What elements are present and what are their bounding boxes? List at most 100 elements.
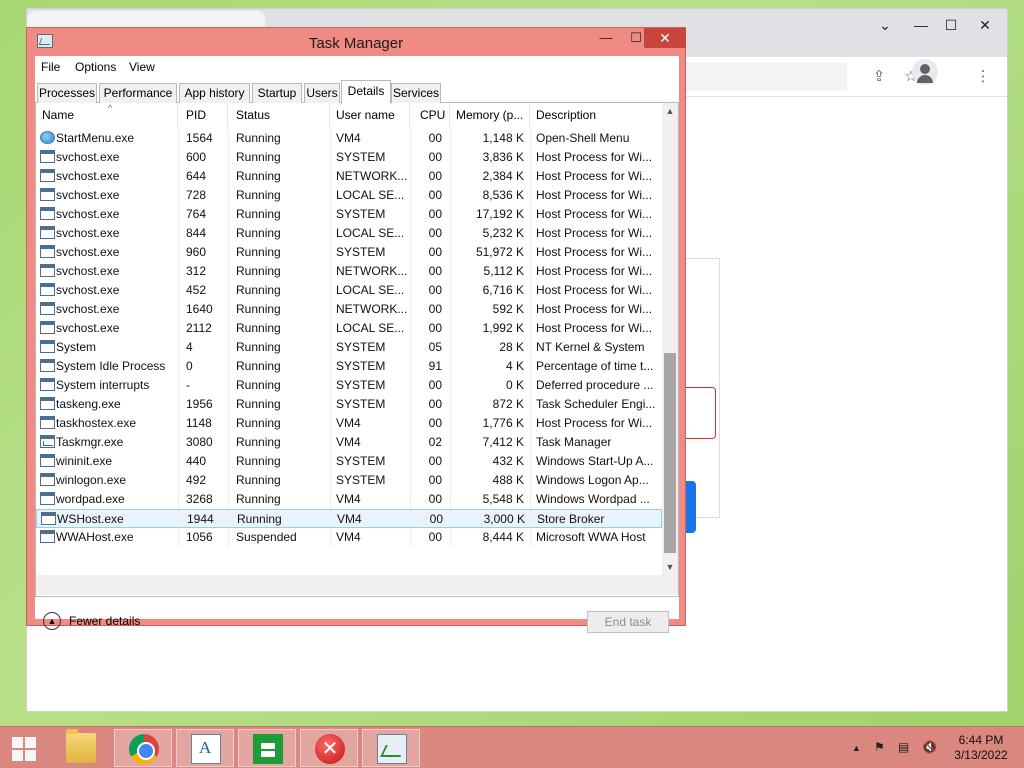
table-row[interactable]: taskhostex.exe 1148 Running VM4 00 1,776 K Hos… [36, 414, 662, 433]
column-header-cpu[interactable]: CPU [410, 103, 450, 127]
column-separator [330, 129, 331, 148]
table-row[interactable]: Taskmgr.exe 3080 Running VM4 02 7,412 K Task M… [36, 433, 662, 452]
vertical-scrollbar[interactable]: ▲ ▼ [662, 103, 678, 575]
table-row[interactable]: svchost.exe 960 Running SYSTEM 00 51,972 K Hos… [36, 243, 662, 262]
cell-mem: 51,972 K [475, 245, 524, 259]
table-row[interactable]: svchost.exe 1640 Running NETWORK... 00 592 K H… [36, 300, 662, 319]
action-center-flag-icon[interactable]: ⚑ [874, 740, 885, 754]
column-separator [530, 186, 531, 205]
browser-close-button[interactable]: ✕ [971, 13, 999, 37]
table-row[interactable]: wordpad.exe 3268 Running VM4 00 5,548 K Window… [36, 490, 662, 509]
start-button[interactable] [6, 733, 42, 763]
cell-pid: 492 [186, 473, 207, 487]
volume-muted-icon[interactable]: 🔇 [922, 740, 937, 754]
table-row[interactable]: taskeng.exe 1956 Running SYSTEM 00 872 K Task … [36, 395, 662, 414]
taskbar-store[interactable] [238, 729, 296, 767]
title-bar[interactable]: Task Manager — ☐ ✕ [27, 28, 686, 56]
cell-user: NETWORK... [336, 302, 408, 316]
taskbar-file-explorer[interactable] [52, 729, 110, 767]
browser-maximize-button[interactable]: ☐ [937, 13, 965, 37]
cell-cpu: 00 [428, 473, 442, 487]
tab-performance[interactable]: Performance [99, 83, 177, 103]
cell-cpu: 00 [428, 188, 442, 202]
cell-user: SYSTEM [336, 378, 386, 392]
menu-options[interactable]: Options [75, 60, 116, 74]
task-manager-body: File Options View Processes Performance … [35, 56, 679, 633]
taskbar-task-manager[interactable] [362, 729, 420, 767]
horizontal-scrollbar[interactable] [36, 575, 678, 595]
table-row[interactable]: wininit.exe 440 Running SYSTEM 00 432 K Window… [36, 452, 662, 471]
menu-file[interactable]: File [41, 60, 60, 74]
cell-mem: 2,384 K [482, 169, 524, 183]
address-bar[interactable] [667, 63, 847, 91]
column-separator [228, 281, 229, 300]
clock[interactable]: 6:44 PM 3/13/2022 [948, 733, 1014, 763]
column-separator [228, 186, 229, 205]
table-row[interactable]: svchost.exe 644 Running NETWORK... 00 2,384 K… [36, 167, 662, 186]
column-separator [530, 376, 531, 395]
table-row[interactable]: winlogon.exe 492 Running SYSTEM 00 488 K Windo… [36, 471, 662, 490]
column-separator [178, 528, 179, 547]
cell-cpu: 91 [428, 359, 442, 373]
table-row[interactable]: svchost.exe 844 Running LOCAL SE... 00 5,232 … [36, 224, 662, 243]
browser-minimize-button[interactable]: — [907, 13, 935, 37]
taskbar-wordpad[interactable] [176, 729, 234, 767]
table-row[interactable]: System 4 Running SYSTEM 05 28 K NT Kernel & Sy… [36, 338, 662, 357]
window-app-icon [40, 283, 55, 296]
table-row[interactable]: svchost.exe 2112 Running LOCAL SE... 00 1,992… [36, 319, 662, 338]
column-header-name[interactable]: Name ^ [36, 103, 178, 127]
column-separator [330, 433, 331, 452]
cell-user: VM4 [336, 492, 361, 506]
cell-mem: 4 K [505, 359, 524, 373]
table-row[interactable]: WSHost.exe 1944 Running VM4 00 3,000 K Store B… [36, 509, 662, 528]
column-header-pid[interactable]: PID [180, 103, 228, 127]
tab-services[interactable]: Services [391, 83, 441, 103]
table-row[interactable]: svchost.exe 452 Running LOCAL SE... 00 6,716 … [36, 281, 662, 300]
chevron-down-icon[interactable]: ⌄ [871, 13, 899, 37]
column-separator [228, 528, 229, 547]
taskbar-error-app[interactable]: ✕ [300, 729, 358, 767]
column-separator [228, 243, 229, 262]
cell-cpu: 00 [428, 416, 442, 430]
cell-user: SYSTEM [336, 473, 386, 487]
cell-mem: 5,548 K [482, 492, 524, 506]
column-header-description[interactable]: Description [530, 103, 662, 127]
tab-users[interactable]: Users [304, 83, 340, 103]
taskbar-chrome[interactable] [114, 729, 172, 767]
profile-avatar-icon[interactable] [912, 59, 938, 85]
close-button[interactable]: ✕ [644, 28, 686, 48]
share-icon[interactable]: ⇪ [869, 67, 889, 87]
cell-status: Running [236, 359, 281, 373]
column-header-memory[interactable]: Memory (p... [450, 103, 530, 127]
network-icon[interactable]: ▤ [898, 740, 909, 754]
tab-details[interactable]: Details [341, 80, 391, 104]
menu-view[interactable]: View [129, 60, 155, 74]
table-row[interactable]: WWAHost.exe 1056 Suspended VM4 00 8,444 K Micr… [36, 528, 662, 547]
table-row[interactable]: System Idle Process 0 Running SYSTEM 91 4 K Pe… [36, 357, 662, 376]
column-header-user-name[interactable]: User name [330, 103, 410, 127]
column-separator [228, 452, 229, 471]
cell-cpu: 00 [428, 169, 442, 183]
tab-processes[interactable]: Processes [37, 83, 97, 103]
table-row[interactable]: StartMenu.exe 1564 Running VM4 00 1,148 K Open… [36, 129, 662, 148]
tab-startup[interactable]: Startup [252, 83, 302, 103]
tab-app-history[interactable]: App history [179, 83, 250, 103]
table-row[interactable]: svchost.exe 312 Running NETWORK... 00 5,112 K… [36, 262, 662, 281]
kebab-menu-icon[interactable]: ⋮ [973, 67, 993, 87]
table-row[interactable]: svchost.exe 728 Running LOCAL SE... 00 8,536 … [36, 186, 662, 205]
table-row[interactable]: svchost.exe 600 Running SYSTEM 00 3,836 K Host… [36, 148, 662, 167]
table-row[interactable]: svchost.exe 764 Running SYSTEM 00 17,192 K Hos… [36, 205, 662, 224]
table-row[interactable]: System interrupts - Running SYSTEM 00 0 K Defe… [36, 376, 662, 395]
scrollbar-thumb[interactable] [664, 353, 676, 553]
cell-status: Running [236, 340, 281, 354]
scroll-down-icon[interactable]: ▼ [662, 559, 678, 575]
minimize-button[interactable]: — [591, 28, 621, 48]
tray-chevron-up-icon[interactable]: ▲ [852, 743, 861, 753]
scroll-up-icon[interactable]: ▲ [662, 103, 678, 119]
cell-name: wininit.exe [56, 454, 113, 468]
column-header-status[interactable]: Status [230, 103, 330, 127]
end-task-button[interactable]: End task [587, 611, 669, 633]
cell-desc: Percentage of time t... [536, 359, 654, 373]
cell-mem: 872 K [492, 397, 524, 411]
column-separator [229, 510, 230, 527]
